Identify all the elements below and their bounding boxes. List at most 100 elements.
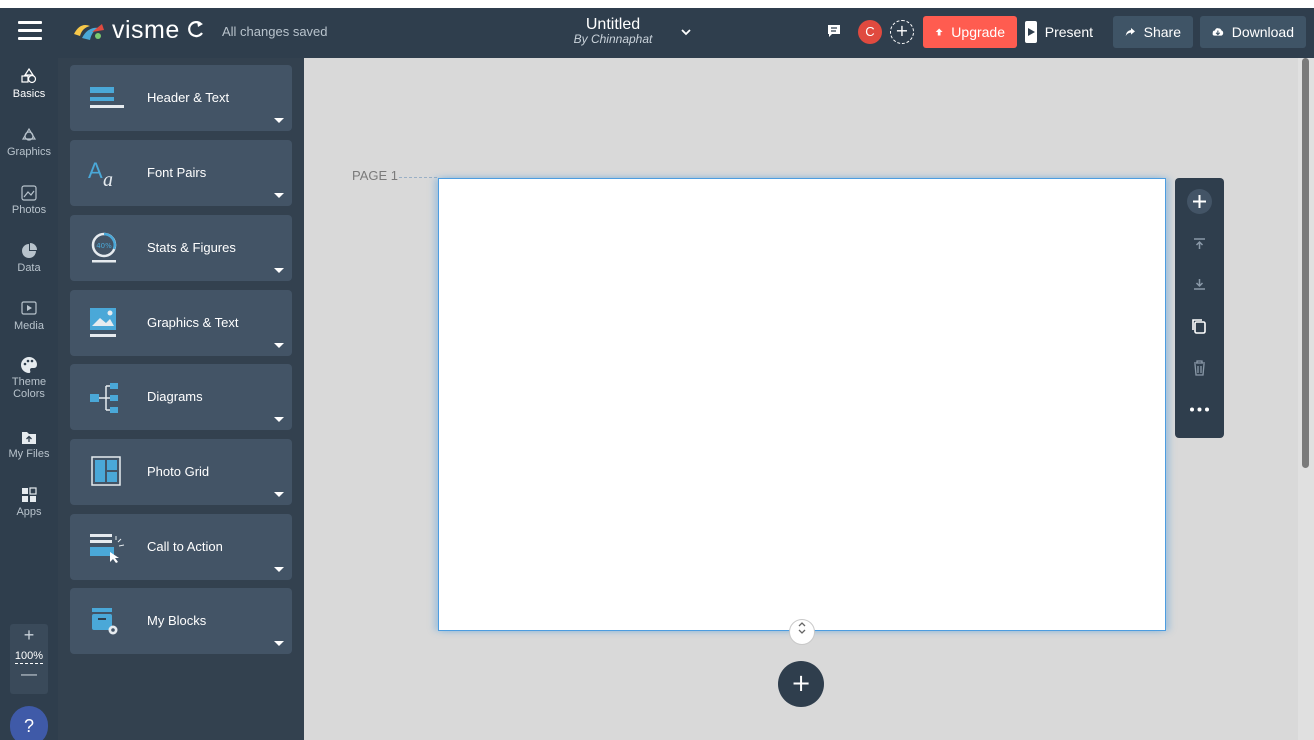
photo-grid-icon: [91, 456, 121, 486]
block-my-blocks[interactable]: My Blocks: [70, 588, 292, 654]
rail-item-data[interactable]: Data: [0, 242, 58, 274]
block-call-to-action[interactable]: Call to Action: [70, 514, 292, 580]
zoom-in-button[interactable]: +: [10, 624, 48, 646]
font-pairs-icon: A a: [88, 158, 113, 190]
download-button[interactable]: Download: [1200, 16, 1306, 48]
rail-item-media[interactable]: Media: [0, 300, 58, 332]
block-stats-figures[interactable]: 40% Stats & Figures: [70, 215, 292, 281]
block-label: Call to Action: [147, 539, 223, 554]
save-status: All changes saved: [222, 24, 328, 39]
block-label: My Blocks: [147, 613, 207, 628]
zoom-control: + 100% —: [10, 624, 48, 694]
rail-label: Theme: [11, 376, 47, 388]
rail-item-apps[interactable]: Apps: [0, 486, 58, 518]
visme-logo-mark-icon: [74, 23, 104, 40]
photos-icon: [21, 185, 37, 201]
share-button[interactable]: Share: [1113, 16, 1193, 48]
document-author: By Chinnaphat: [573, 32, 653, 46]
caret-down-icon[interactable]: [274, 118, 284, 123]
add-page-tool[interactable]: [1187, 189, 1212, 214]
rail-label: Data: [17, 262, 41, 274]
block-label: Diagrams: [147, 389, 203, 404]
blocks-panel: Header & Text A a Font Pairs 40% Stats &…: [58, 58, 304, 740]
download-label: Download: [1231, 24, 1294, 40]
present-button[interactable]: Present: [1021, 16, 1105, 48]
chevron-down-icon[interactable]: [680, 26, 692, 38]
comment-icon[interactable]: [826, 23, 842, 39]
canvas-page[interactable]: [438, 178, 1166, 631]
visme-logo[interactable]: visme: [72, 16, 180, 45]
rail-item-graphics[interactable]: Graphics: [0, 126, 58, 158]
caret-down-icon[interactable]: [274, 417, 284, 422]
page-label: PAGE 1: [352, 168, 399, 183]
more-dots-icon: [1190, 407, 1209, 412]
graphics-text-icon: [90, 308, 116, 337]
zoom-level[interactable]: 100%: [14, 649, 44, 664]
duplicate-page-tool[interactable]: [1187, 314, 1212, 339]
caret-down-icon[interactable]: [274, 343, 284, 348]
block-label: Stats & Figures: [147, 240, 236, 255]
upgrade-button[interactable]: Upgrade: [923, 16, 1017, 48]
block-diagrams[interactable]: Diagrams: [70, 364, 292, 430]
data-icon: [22, 243, 37, 258]
share-label: Share: [1143, 24, 1181, 40]
zoom-out-button[interactable]: —: [10, 664, 48, 686]
block-graphics-text[interactable]: Graphics & Text: [70, 290, 292, 356]
block-label: Graphics & Text: [147, 315, 239, 330]
rail-item-basics[interactable]: Basics: [0, 68, 58, 100]
call-to-action-icon: [90, 534, 125, 563]
my-blocks-icon: [92, 608, 118, 635]
avatar[interactable]: C: [858, 20, 882, 44]
left-rail: Basics Graphics Photos Data Media Theme …: [0, 58, 58, 740]
block-label: Photo Grid: [147, 464, 210, 479]
rail-label: Graphics: [6, 146, 52, 158]
block-photo-grid[interactable]: Photo Grid: [70, 439, 292, 505]
present-label: Present: [1044, 24, 1093, 40]
resize-arrows-icon: [798, 622, 806, 634]
play-icon: [1025, 21, 1037, 43]
my-files-icon: [22, 432, 36, 444]
caret-down-icon[interactable]: [274, 268, 284, 273]
add-collaborator-icon[interactable]: +: [890, 20, 914, 44]
caret-down-icon[interactable]: [274, 567, 284, 572]
move-up-icon: [1194, 238, 1205, 249]
page-resize-handle[interactable]: [789, 619, 815, 645]
top-bar: visme All changes saved Untitled By Chin…: [0, 0, 1314, 58]
cloud-download-icon: [1212, 28, 1224, 36]
media-icon: [21, 301, 37, 315]
help-button[interactable]: ?: [10, 706, 48, 740]
scrollbar-thumb[interactable]: [1302, 58, 1309, 468]
rail-label: Apps: [16, 506, 42, 518]
more-options-tool[interactable]: [1187, 397, 1212, 422]
menu-icon[interactable]: [18, 21, 42, 43]
rail-item-photos[interactable]: Photos: [0, 184, 58, 216]
duplicate-icon: [1192, 319, 1206, 334]
redo-icon[interactable]: [185, 18, 207, 40]
caret-down-icon[interactable]: [274, 641, 284, 646]
svg-text:40%: 40%: [96, 242, 112, 250]
page-label-leader: [399, 177, 437, 178]
upgrade-label: Upgrade: [951, 24, 1005, 40]
add-page-button[interactable]: +: [778, 661, 824, 707]
graphics-icon: [21, 127, 37, 141]
delete-page-tool[interactable]: [1187, 355, 1212, 380]
header-text-icon: [90, 87, 124, 108]
block-label: Header & Text: [147, 90, 230, 105]
move-page-up-tool[interactable]: [1187, 231, 1212, 256]
vertical-scrollbar[interactable]: [1298, 58, 1314, 740]
palette-icon: [21, 356, 37, 373]
rail-label: Basics: [12, 88, 46, 100]
caret-down-icon[interactable]: [274, 492, 284, 497]
page-tools: [1175, 178, 1224, 438]
block-font-pairs[interactable]: A a Font Pairs: [70, 140, 292, 206]
block-header-text[interactable]: Header & Text: [70, 65, 292, 131]
document-title[interactable]: Untitled By Chinnaphat: [548, 16, 678, 46]
move-page-down-tool[interactable]: [1187, 272, 1212, 297]
caret-down-icon[interactable]: [274, 193, 284, 198]
rail-item-my-files[interactable]: My Files: [0, 428, 58, 460]
rail-item-theme-colors[interactable]: Theme Colors: [0, 356, 58, 400]
upgrade-arrow-icon: [935, 28, 943, 36]
trash-icon: [1194, 360, 1205, 376]
apps-icon: [22, 487, 37, 502]
plus-icon: [1193, 195, 1206, 208]
